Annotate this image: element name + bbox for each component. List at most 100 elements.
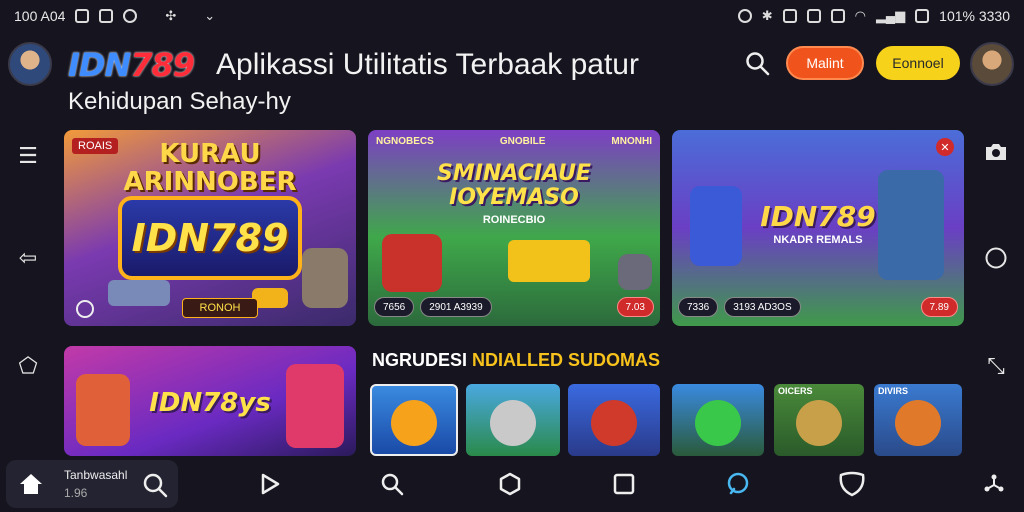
signal-icon: ▂▄▆ xyxy=(875,8,906,23)
promo-card-4[interactable]: IDN78ys xyxy=(64,346,356,456)
chat-icon[interactable] xyxy=(720,466,756,502)
cast-icon xyxy=(830,9,845,23)
share-icon[interactable]: ⤡ xyxy=(976,346,1016,386)
stat-pill-highlight[interactable]: 7.89 xyxy=(920,297,958,317)
promo-card-2[interactable]: NGNOBECS GNOBILE MNONHI SMINACIAUE IOYEM… xyxy=(368,130,660,326)
screen-icon xyxy=(806,9,821,23)
card-stats: 7336 3193 AD3OS 7.89 xyxy=(678,296,958,318)
user-avatar[interactable] xyxy=(8,42,52,86)
shield-icon[interactable] xyxy=(834,466,870,502)
thumbnail-art xyxy=(391,399,437,446)
card-logo-badge: IDN789 xyxy=(118,196,302,280)
thumbnail-art xyxy=(490,399,536,446)
back-arrow-icon[interactable]: ⇦ xyxy=(8,238,48,278)
card-tab[interactable]: GNOBILE xyxy=(500,136,546,147)
card-subtitle: ROINECBIO xyxy=(482,214,546,226)
card-logo-text: IDN78ys xyxy=(149,388,271,418)
card-tab[interactable]: MNONHI xyxy=(611,136,652,147)
status-bar: 100 A04 ✣ ⌄ ✱ ◠ ▂▄▆ 101% 3330 xyxy=(0,0,1024,32)
card-title-line1: KURAU xyxy=(159,139,261,169)
character-illustration xyxy=(618,254,652,290)
game-icon: ✣ xyxy=(165,8,177,23)
card-title-line2: ARINNOBER xyxy=(123,167,297,197)
game-thumbnail[interactable] xyxy=(466,384,560,456)
thumbnail-art xyxy=(695,399,741,446)
vibrate-icon xyxy=(782,9,797,23)
close-icon[interactable]: ✕ xyxy=(936,138,954,156)
car-illustration xyxy=(508,240,590,282)
login-button[interactable]: Malint xyxy=(786,46,864,80)
stat-pill: 2901 A3939 xyxy=(420,297,492,317)
play-icon[interactable] xyxy=(252,466,288,502)
card-logo-text: IDN789 xyxy=(131,216,289,260)
image-icon xyxy=(99,9,114,23)
camera-icon[interactable] xyxy=(976,132,1016,172)
profile-avatar[interactable] xyxy=(970,42,1014,86)
circle-icon[interactable] xyxy=(976,238,1016,278)
settings-icon: ✱ xyxy=(761,8,773,23)
left-side-nav: ☰ ⇦ ⬠ xyxy=(0,130,56,450)
card-tab[interactable]: NGNOBECS xyxy=(376,136,434,147)
alarm-icon xyxy=(737,9,752,23)
battery-text: 101% 3330 xyxy=(939,8,1010,24)
card-subtitle: NKADR REMALS xyxy=(773,234,863,246)
stat-pill: 7656 xyxy=(374,297,415,317)
battery-icon xyxy=(915,9,930,23)
chevron-down-icon: ⌄ xyxy=(204,8,216,23)
home-icon xyxy=(18,472,44,496)
card-action-button[interactable]: RONOH xyxy=(182,298,258,318)
search-icon[interactable] xyxy=(374,466,410,502)
section-title-part: NGRUDESI xyxy=(372,350,468,370)
nav-home-sublabel: 1.96 xyxy=(64,486,88,500)
search-icon[interactable] xyxy=(744,50,772,78)
card-tabs: NGNOBECS GNOBILE MNONHI xyxy=(376,136,652,147)
logo-part-a: IDN xyxy=(68,46,131,84)
wifi-icon: ◠ xyxy=(854,8,866,23)
bottom-nav: Tanbwasahl 1.96 xyxy=(0,456,1024,512)
card-stats: 7656 2901 A3939 7.03 xyxy=(374,296,654,318)
stat-pill-highlight[interactable]: 7.03 xyxy=(616,297,654,317)
thumbnail-label: OICERS xyxy=(778,386,813,396)
nav-home-label: Tanbwasahl xyxy=(64,468,128,482)
gear-icon[interactable] xyxy=(76,300,94,318)
thumbnail-art xyxy=(895,399,941,446)
shield-icon xyxy=(123,9,138,23)
brand-logo[interactable]: IDN789 xyxy=(68,46,195,84)
square-icon[interactable] xyxy=(606,466,642,502)
game-thumbnail[interactable] xyxy=(672,384,764,456)
game-thumbnail[interactable]: DIVIRS xyxy=(874,384,962,456)
game-thumbnail[interactable]: OICERS xyxy=(774,384,864,456)
card-title-line2: IOYEMASO xyxy=(449,185,579,210)
share-icon[interactable] xyxy=(976,466,1012,502)
card-title: SMINACIAUE IOYEMASO xyxy=(368,162,660,210)
section-title: NGRUDESI NDIALLED SUDOMAS xyxy=(372,350,660,371)
game-thumbnail[interactable] xyxy=(568,384,660,456)
hexagon-icon[interactable] xyxy=(492,466,528,502)
card-title: KURAU ARINNOBER xyxy=(64,140,356,196)
logo-part-b: 789 xyxy=(130,46,195,84)
character-illustration xyxy=(382,234,442,292)
card-title-line1: SMINACIAUE xyxy=(437,161,591,186)
thumbnail-label: DIVIRS xyxy=(878,386,909,396)
status-time: 100 A04 xyxy=(14,8,66,24)
right-side-nav: ⤡ xyxy=(968,130,1024,450)
promo-card-3[interactable]: ✕ IDN789 NKADR REMALS 7336 3193 AD3OS 7.… xyxy=(672,130,964,326)
app-screen: 100 A04 ✣ ⌄ ✱ ◠ ▂▄▆ 101% 3330 IDN789 Apl… xyxy=(0,0,1024,512)
character-illustration xyxy=(302,248,348,308)
menu-icon[interactable]: ☰ xyxy=(8,136,48,176)
notification-icon xyxy=(75,9,90,23)
stat-pill: 3193 AD3OS xyxy=(724,297,801,317)
page-title: Aplikassi Utilitatis Terbaak patur xyxy=(216,48,639,81)
app-header: IDN789 Aplikassi Utilitatis Terbaak patu… xyxy=(0,36,1024,122)
game-thumbnail[interactable] xyxy=(370,384,458,456)
thumbnail-art xyxy=(591,399,637,446)
thumbnail-art xyxy=(796,399,842,446)
car-illustration xyxy=(108,280,170,306)
promo-card-1[interactable]: ROAIS KURAU ARINNOBER IDN789 RONOH xyxy=(64,130,356,326)
card-logo-text: IDN789 xyxy=(760,200,876,233)
nav-home-tab[interactable]: Tanbwasahl 1.96 xyxy=(6,460,178,508)
register-button[interactable]: Eonnoel xyxy=(876,46,960,80)
tag-icon[interactable]: ⬠ xyxy=(8,346,48,386)
stat-pill: 7336 xyxy=(678,297,719,317)
search-icon[interactable] xyxy=(142,472,168,498)
